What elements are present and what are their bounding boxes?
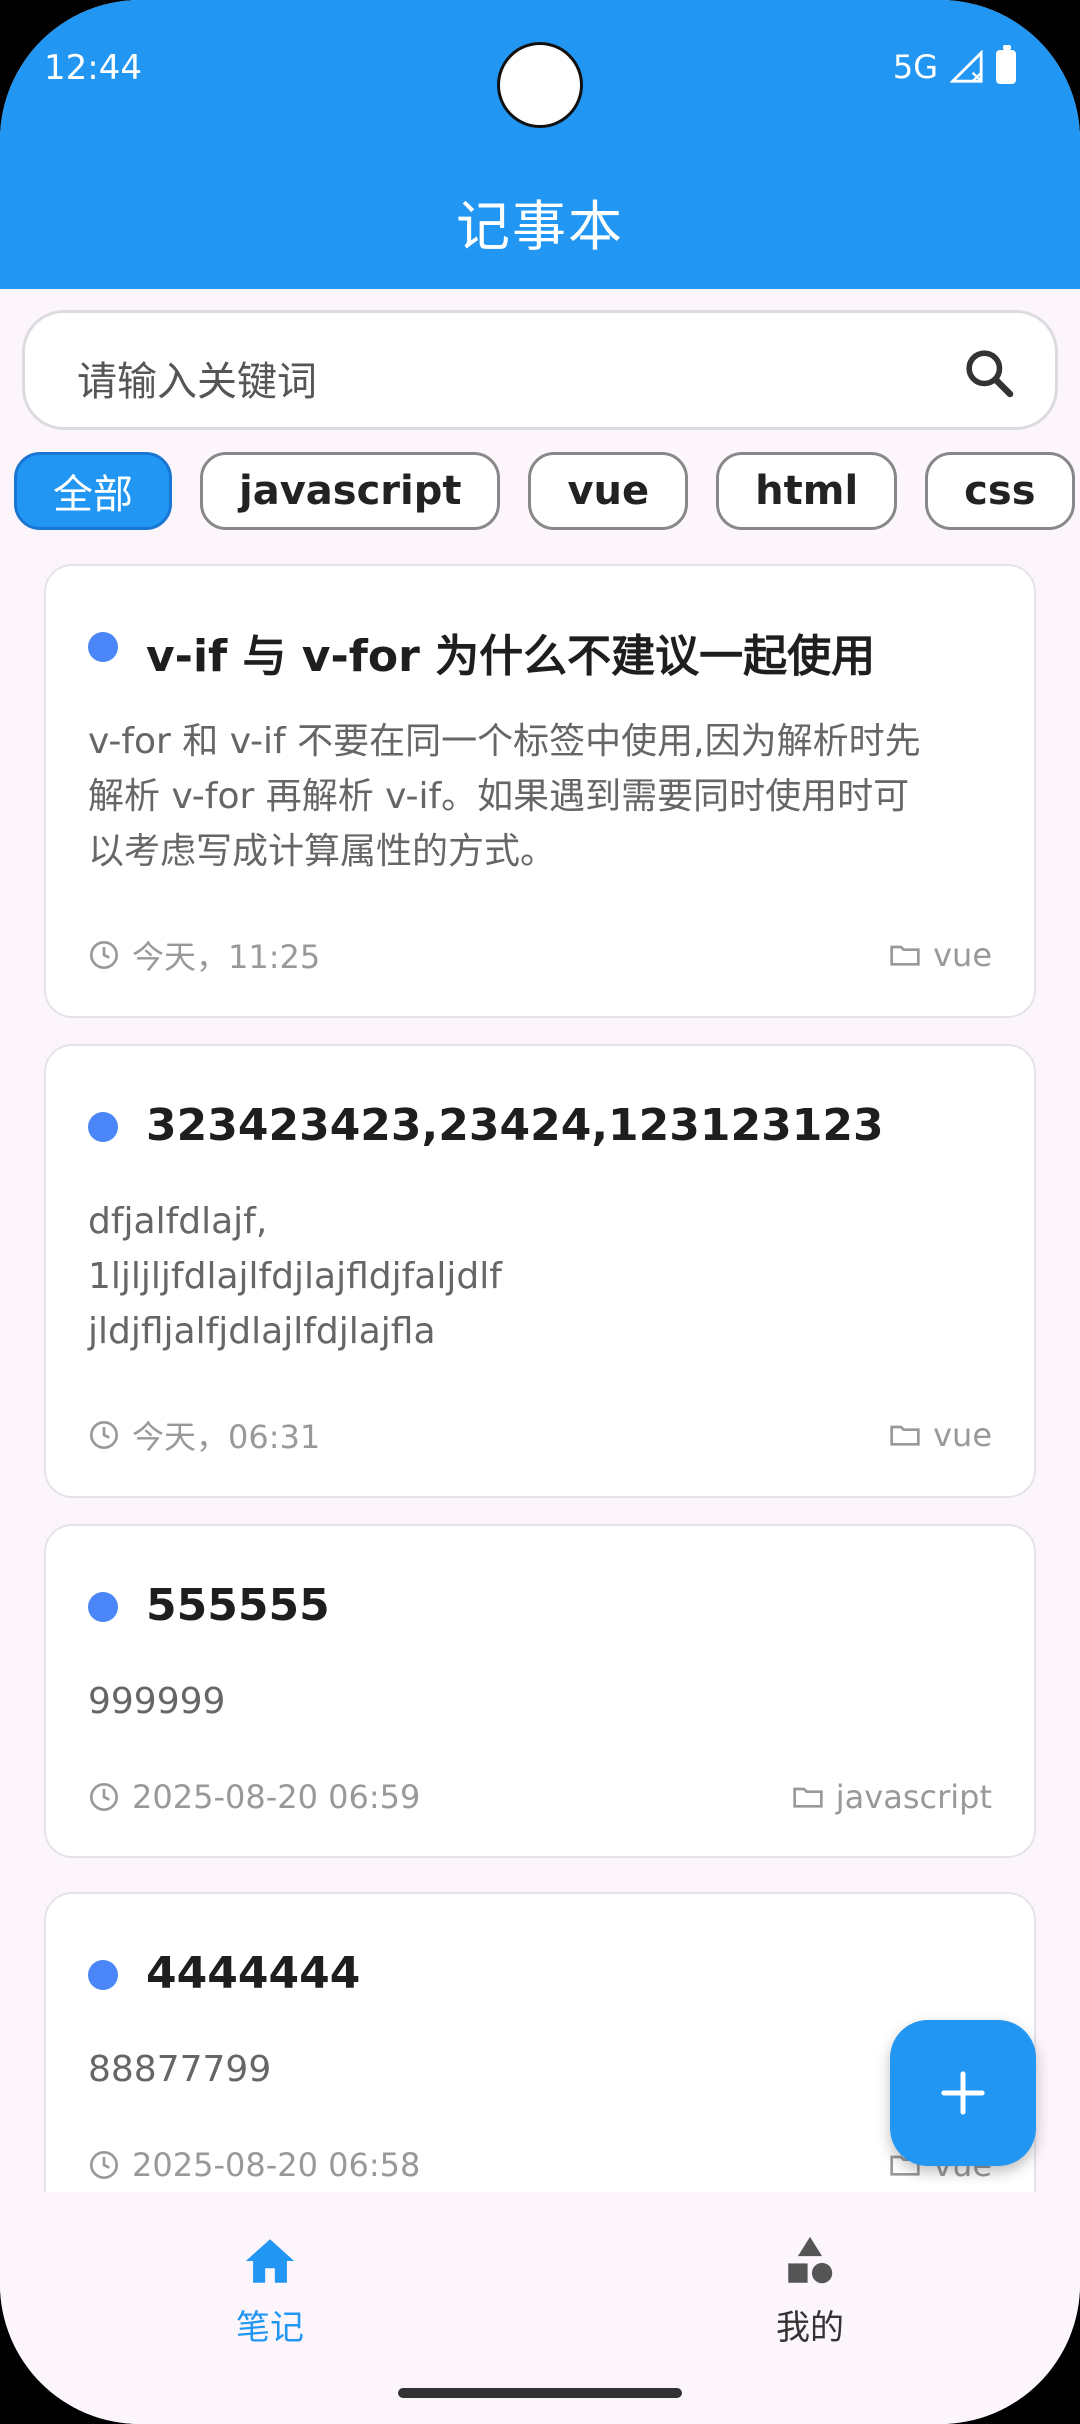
camera-cutout (497, 42, 583, 128)
shapes-icon (788, 2236, 833, 2284)
phone-screen: 12:44 5G 记事本 请输入关键词 全部 javascript vue ht… (0, 0, 1080, 2424)
note-meta: 2025-08-20 06:59 javascript (88, 1778, 992, 1816)
folder-icon (890, 945, 920, 966)
note-content: 999999 (88, 1681, 226, 1722)
note-card[interactable]: 323423423,23424,123123123 dfjalfdlajf, 1… (44, 1044, 1036, 1498)
app-header: 12:44 5G 记事本 (0, 0, 1080, 289)
folder-icon (793, 1787, 823, 1808)
note-meta: 今天，11:25 vue (88, 932, 992, 978)
network-label: 5G (892, 48, 938, 86)
category-filter: 全部 javascript vue html css (14, 452, 1080, 530)
note-content: dfjalfdlajf, 1ljljljfdlajlfdjlajfldjfalj… (88, 1201, 502, 1352)
battery-icon (996, 45, 1016, 84)
search-input[interactable]: 请输入关键词 (22, 310, 1058, 430)
note-title: 323423423,23424,123123123 (146, 1100, 884, 1151)
nav-item-notes[interactable]: 笔记 (120, 2232, 420, 2349)
note-dot (88, 1112, 118, 1142)
note-category: vue (933, 936, 992, 974)
note-title: 555555 (146, 1580, 330, 1631)
note-card[interactable]: 555555 999999 2025-08-20 06:59 javascrip… (44, 1524, 1036, 1858)
plus-icon (941, 2071, 985, 2115)
note-dot (88, 1960, 118, 1990)
note-title: v-if 与 v-for 为什么不建议一起使用 (146, 631, 876, 682)
note-meta: 今天，06:31 vue (88, 1412, 992, 1458)
clock-icon (90, 1421, 118, 1449)
note-card[interactable]: v-if 与 v-for 为什么不建议一起使用 v-for 和 v-if 不要在… (44, 564, 1036, 1018)
add-note-button[interactable] (890, 2020, 1036, 2166)
gesture-bar[interactable] (398, 2388, 682, 2398)
status-indicators: 5G (892, 45, 1016, 86)
note-category: javascript (835, 1778, 992, 1816)
folder-icon (890, 1425, 920, 1446)
search-placeholder: 请输入关键词 (77, 359, 317, 405)
home-icon (245, 2239, 295, 2283)
note-category: vue (933, 1416, 992, 1454)
clock-icon (90, 1783, 118, 1811)
nav-item-mine[interactable]: 我的 (660, 2232, 960, 2349)
note-content: v-for 和 v-if 不要在同一个标签中使用,因为解析时先 解析 v-for… (88, 721, 921, 872)
note-title: 4444444 (146, 1948, 361, 1999)
signal-icon (950, 50, 983, 83)
nav-label-mine: 我的 (776, 2308, 844, 2348)
page-title: 记事本 (456, 195, 624, 258)
note-time: 2025-08-20 06:59 (132, 1778, 421, 1816)
note-meta: 2025-08-20 06:58 vue (88, 2146, 992, 2184)
chip-all[interactable]: 全部 (14, 452, 172, 530)
nav-label-notes: 笔记 (236, 2308, 304, 2348)
note-dot (88, 1592, 118, 1622)
clock-icon (90, 941, 118, 969)
chip-vue[interactable]: vue (528, 452, 689, 530)
status-time: 12:44 (44, 48, 142, 88)
chip-css[interactable]: css (925, 452, 1075, 530)
chip-javascript[interactable]: javascript (200, 452, 501, 530)
note-content: 88877799 (88, 2049, 272, 2090)
note-time: 今天，11:25 (132, 938, 321, 976)
note-card[interactable]: 4444444 88877799 2025-08-20 06:58 vue (44, 1892, 1036, 2192)
clock-icon (90, 2151, 118, 2179)
note-list[interactable]: v-if 与 v-for 为什么不建议一起使用 v-for 和 v-if 不要在… (0, 560, 1080, 2192)
search-icon[interactable] (961, 345, 1017, 401)
note-time: 今天，06:31 (132, 1418, 321, 1456)
note-time: 2025-08-20 06:58 (132, 2146, 421, 2184)
note-dot (88, 632, 118, 662)
chip-html[interactable]: html (716, 452, 898, 530)
